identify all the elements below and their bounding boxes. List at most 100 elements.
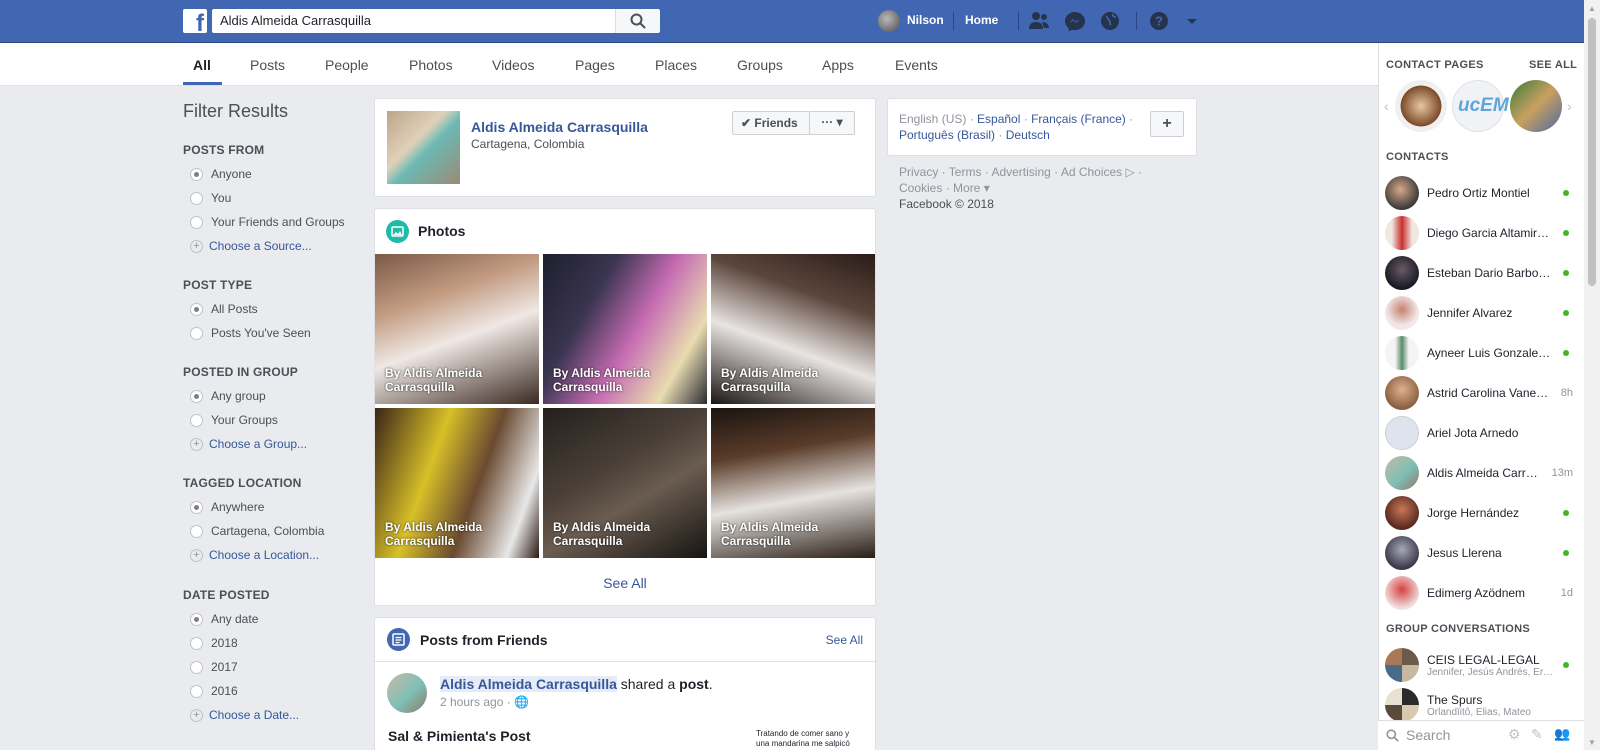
choose-group-link[interactable]: + Choose a Group... xyxy=(190,437,307,451)
friends-button[interactable]: ✔ Friends xyxy=(732,111,810,135)
tab-pages[interactable]: Pages xyxy=(575,57,615,73)
user-avatar[interactable] xyxy=(878,10,900,32)
scroll-up-arrow-icon[interactable]: ▲ xyxy=(1588,4,1596,13)
contact-item[interactable]: Jennifer Alvarez xyxy=(1385,296,1577,330)
filter-option-anyone[interactable]: Anyone xyxy=(190,167,252,181)
contact-item[interactable]: Jesus Llerena xyxy=(1385,536,1577,570)
tab-posts[interactable]: Posts xyxy=(250,57,285,73)
radio-selected[interactable] xyxy=(190,302,203,316)
add-language-button[interactable]: + xyxy=(1150,111,1184,137)
radio-selected[interactable] xyxy=(190,500,203,514)
posts-see-all-link[interactable]: See All xyxy=(826,633,863,647)
chevron-left-icon[interactable]: ‹ xyxy=(1384,98,1389,114)
lang-portugues-link[interactable]: Português (Brasil) xyxy=(899,128,995,142)
tab-groups[interactable]: Groups xyxy=(737,57,783,73)
photo-thumbnail[interactable]: By Aldis Almeida Carrasquilla xyxy=(711,408,875,558)
filter-option-friends-groups[interactable]: Your Friends and Groups xyxy=(190,215,345,229)
filter-option-2017[interactable]: 2017 xyxy=(190,660,238,674)
contact-item[interactable]: Diego Garcia Altamir… xyxy=(1385,216,1577,250)
post-timestamp[interactable]: 2 hours ago · 🌐 xyxy=(440,695,529,709)
choose-source-link[interactable]: + Choose a Source... xyxy=(190,239,312,253)
scrollbar-thumb[interactable] xyxy=(1588,18,1596,286)
chevron-right-icon[interactable]: › xyxy=(1567,98,1572,114)
contact-item[interactable]: Esteban Dario Barbo… xyxy=(1385,256,1577,290)
radio[interactable] xyxy=(190,684,203,698)
filter-option-any-group[interactable]: Any group xyxy=(190,389,266,403)
tab-apps[interactable]: Apps xyxy=(822,57,854,73)
contact-page-avatar[interactable] xyxy=(1510,80,1562,132)
messenger-icon[interactable] xyxy=(1063,10,1087,32)
choose-location-link[interactable]: + Choose a Location... xyxy=(190,548,319,562)
footer-links[interactable]: Privacy · Terms · Advertising · Ad Choic… xyxy=(899,165,1142,179)
filter-option-all-posts[interactable]: All Posts xyxy=(190,302,258,316)
radio[interactable] xyxy=(190,636,203,650)
choose-date-link[interactable]: + Choose a Date... xyxy=(190,708,299,722)
radio[interactable] xyxy=(190,326,203,340)
radio[interactable] xyxy=(190,191,203,205)
facebook-logo-icon[interactable]: f xyxy=(183,9,207,36)
scroll-down-arrow-icon[interactable]: ▼ xyxy=(1588,738,1596,747)
tab-places[interactable]: Places xyxy=(655,57,697,73)
notifications-globe-icon[interactable] xyxy=(1098,10,1122,32)
user-name-link[interactable]: Nilson xyxy=(907,13,944,27)
contact-page-avatar[interactable]: ucEM xyxy=(1452,80,1509,132)
photo-thumbnail[interactable]: By Aldis Almeida Carrasquilla xyxy=(375,254,539,404)
contact-item[interactable]: Astrid Carolina Vane… 8h xyxy=(1385,376,1577,410)
new-message-icon[interactable]: ✎ xyxy=(1531,726,1543,743)
search-button[interactable] xyxy=(615,9,660,33)
radio-selected[interactable] xyxy=(190,612,203,626)
photos-see-all-link[interactable]: See All xyxy=(375,575,875,591)
tab-people[interactable]: People xyxy=(325,57,369,73)
filter-option-2016[interactable]: 2016 xyxy=(190,684,238,698)
group-conversation-item[interactable]: The Spurs Órlandïitô, Elias, Mateo xyxy=(1385,688,1577,722)
radio-selected[interactable] xyxy=(190,167,203,181)
page-scrollbar[interactable]: ▲ ▼ xyxy=(1584,0,1600,750)
account-menu-caret-icon[interactable] xyxy=(1180,10,1204,32)
contact-item[interactable]: Aldis Almeida Carr… 13m xyxy=(1385,456,1577,490)
help-icon[interactable]: ? xyxy=(1147,10,1171,32)
photo-thumbnail[interactable]: By Aldis Almeida Carrasquilla xyxy=(543,408,707,558)
post-author-avatar[interactable] xyxy=(387,673,427,713)
more-options-button[interactable]: ··· ▾ xyxy=(809,111,855,135)
shared-post-preview[interactable]: Tratando de comer sano y una mandarina m… xyxy=(756,729,856,749)
filter-option-your-groups[interactable]: Your Groups xyxy=(190,413,278,427)
photo-thumbnail[interactable]: By Aldis Almeida Carrasquilla xyxy=(711,254,875,404)
contact-item[interactable]: Pedro Ortiz Montiel xyxy=(1385,176,1577,210)
radio-selected[interactable] xyxy=(190,389,203,403)
profile-photo[interactable] xyxy=(387,111,460,184)
home-link[interactable]: Home xyxy=(965,13,998,27)
tab-events[interactable]: Events xyxy=(895,57,938,73)
post-link[interactable]: post xyxy=(679,676,709,692)
radio[interactable] xyxy=(190,660,203,674)
shared-post-title[interactable]: Sal & Pimienta's Post xyxy=(388,728,531,744)
contact-page-avatar[interactable] xyxy=(1395,80,1447,132)
lang-deutsch-link[interactable]: Deutsch xyxy=(1006,128,1050,142)
filter-option-2018[interactable]: 2018 xyxy=(190,636,238,650)
footer-links-2[interactable]: Cookies · More ▾ xyxy=(899,181,990,195)
lang-espanol-link[interactable]: Español xyxy=(977,112,1020,126)
tab-videos[interactable]: Videos xyxy=(492,57,535,73)
post-author-link[interactable]: Aldis Almeida Carrasquilla xyxy=(440,676,617,692)
radio[interactable] xyxy=(190,413,203,427)
radio[interactable] xyxy=(190,215,203,229)
search-input[interactable]: Aldis Almeida Carrasquilla xyxy=(212,9,615,33)
filter-option-cartagena[interactable]: Cartagena, Colombia xyxy=(190,524,324,538)
friend-requests-icon[interactable] xyxy=(1027,10,1051,32)
radio[interactable] xyxy=(190,524,203,538)
tab-all[interactable]: All xyxy=(193,57,211,73)
filter-option-posts-seen[interactable]: Posts You've Seen xyxy=(190,326,311,340)
profile-name-link[interactable]: Aldis Almeida Carrasquilla xyxy=(471,119,648,135)
contact-item[interactable]: Ariel Jota Arnedo xyxy=(1385,416,1577,450)
tab-photos[interactable]: Photos xyxy=(409,57,453,73)
photo-thumbnail[interactable]: By Aldis Almeida Carrasquilla xyxy=(375,408,539,558)
contact-item[interactable]: Jorge Hernández xyxy=(1385,496,1577,530)
create-group-icon[interactable]: 👥 xyxy=(1554,726,1570,742)
group-conversation-item[interactable]: CEIS LEGAL-LEGAL Jennifer, Jesús Andrés,… xyxy=(1385,648,1577,682)
photo-thumbnail[interactable]: By Aldis Almeida Carrasquilla xyxy=(543,254,707,404)
filter-option-you[interactable]: You xyxy=(190,191,231,205)
contact-item[interactable]: Edimerg Azödnem 1d xyxy=(1385,576,1577,610)
chat-search-input[interactable]: Search xyxy=(1406,727,1450,743)
lang-francais-link[interactable]: Français (France) xyxy=(1031,112,1126,126)
gear-icon[interactable]: ⚙ xyxy=(1508,726,1521,743)
contact-item[interactable]: Ayneer Luis Gonzale… xyxy=(1385,336,1577,370)
